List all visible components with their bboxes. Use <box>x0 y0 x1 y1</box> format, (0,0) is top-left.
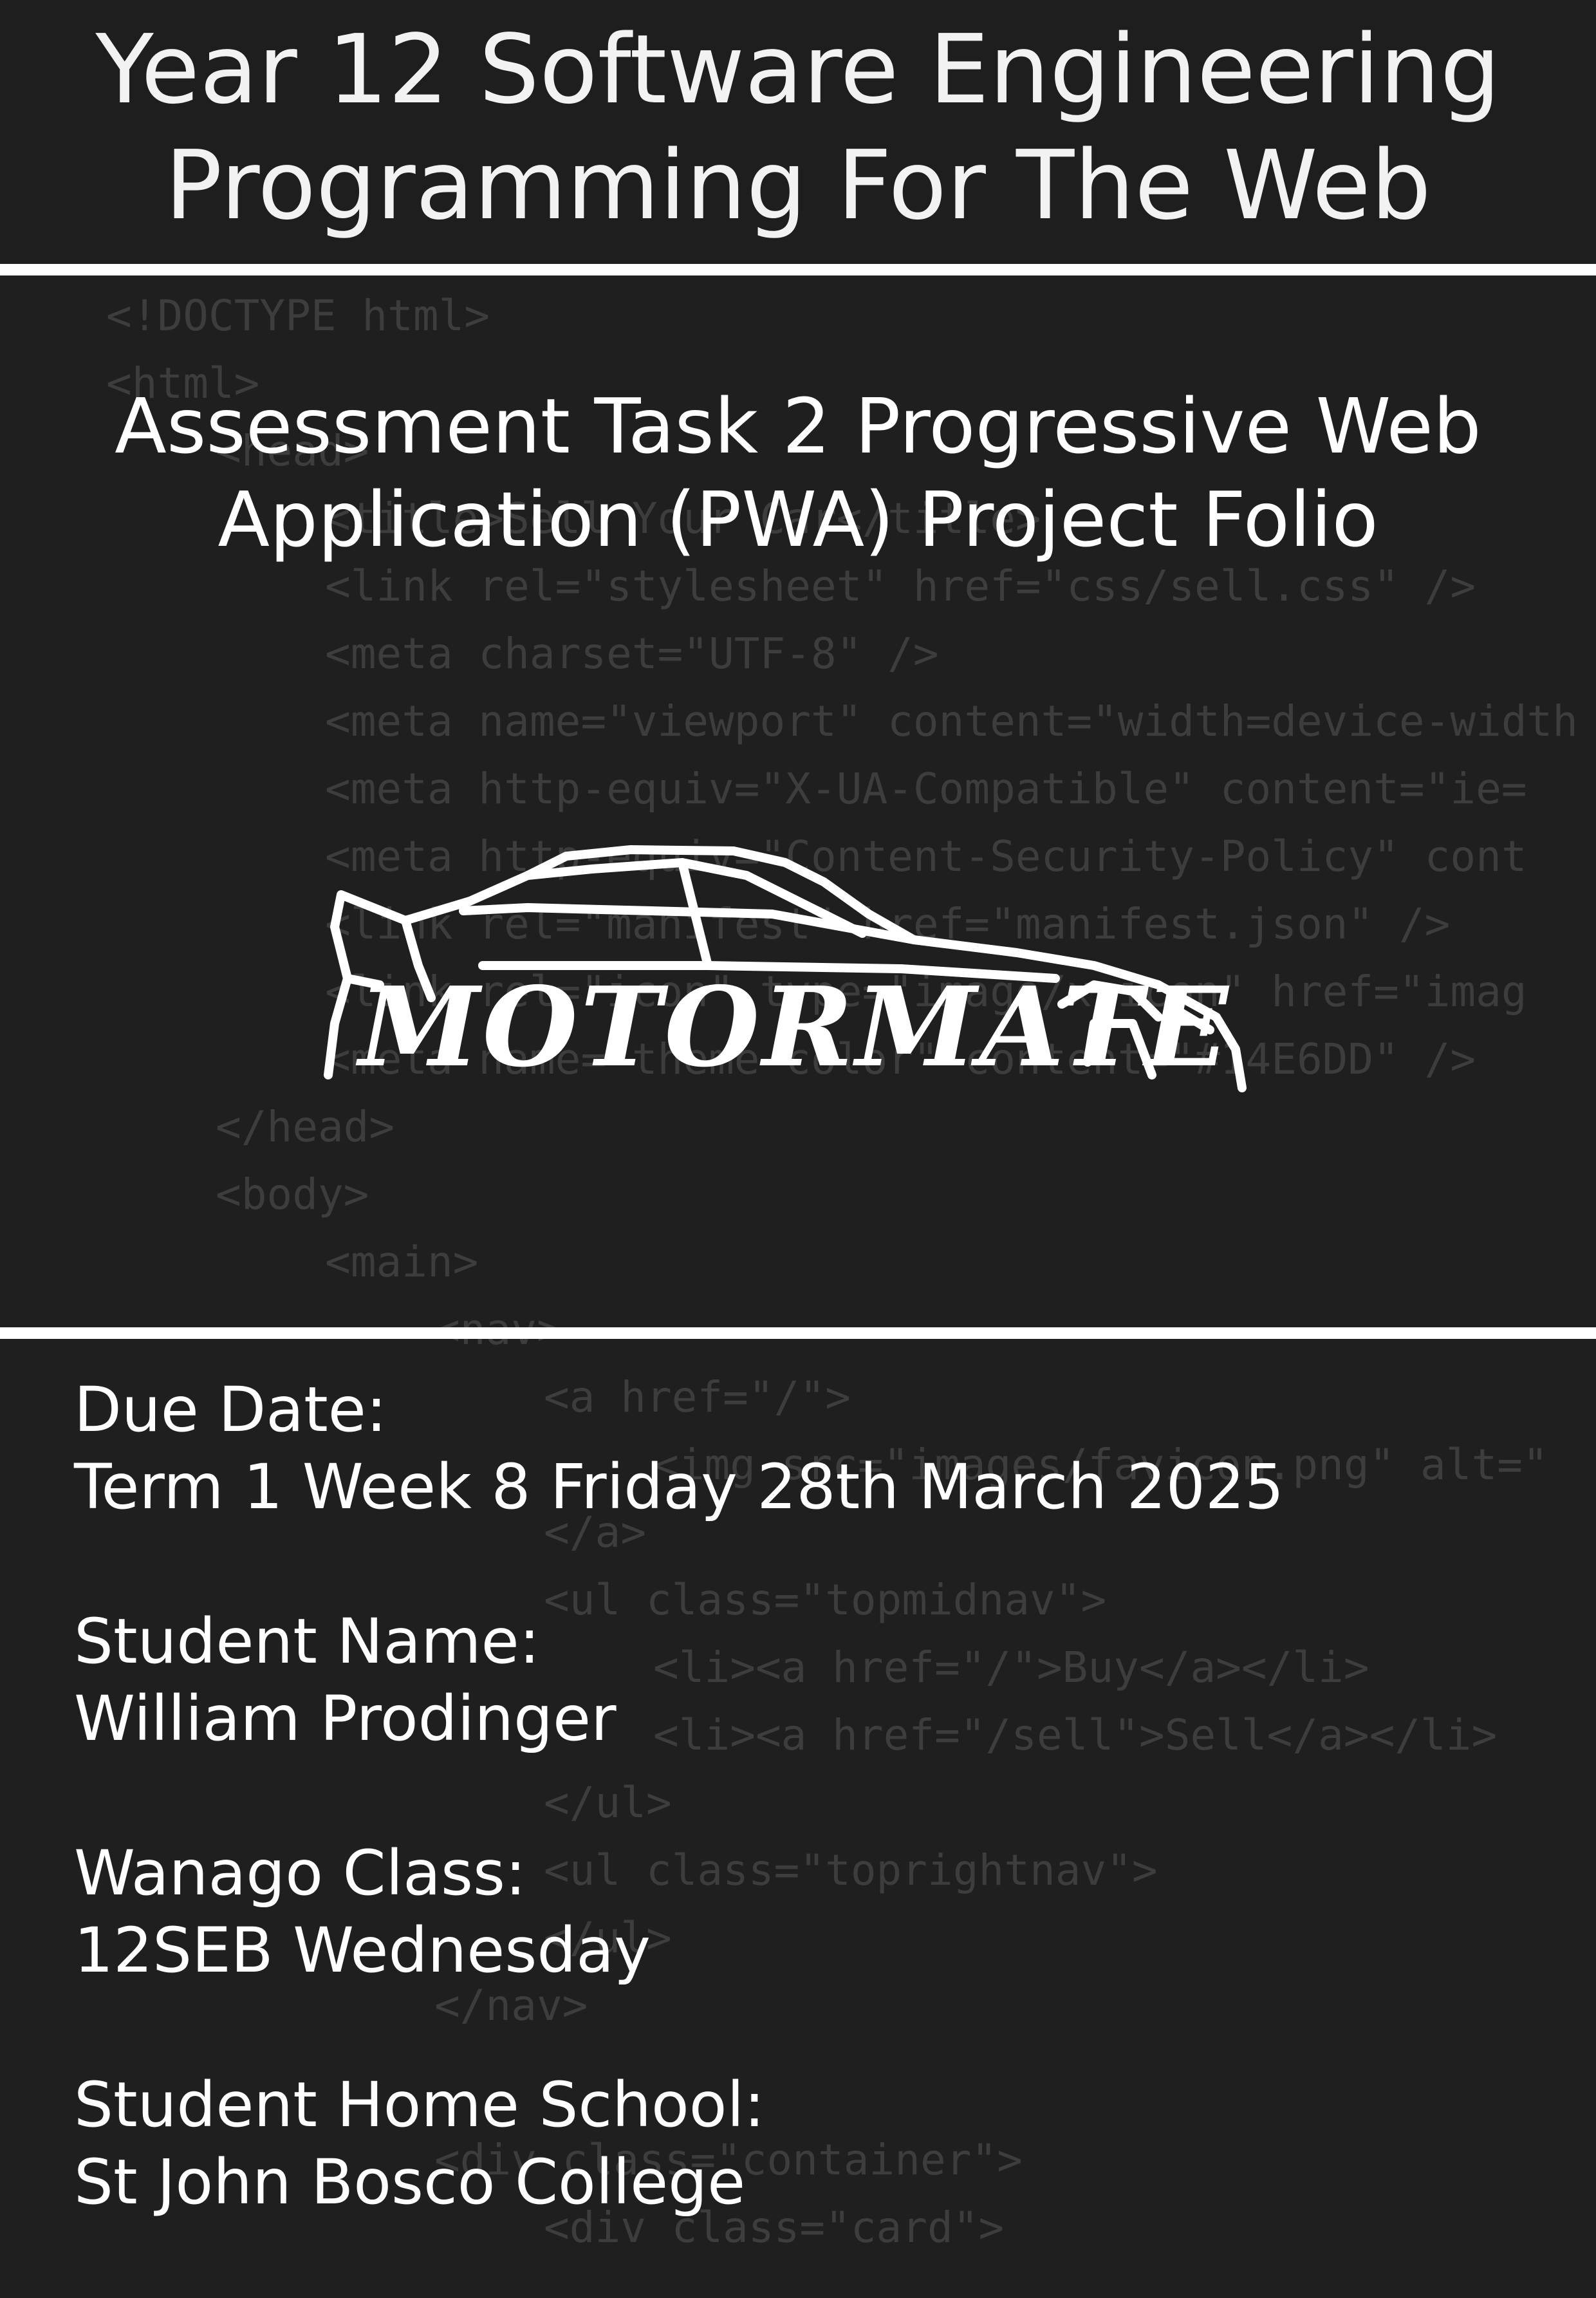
logo-text: MOTORMATE <box>356 963 1231 1092</box>
assessment-title-line2: Application (PWA) Project Folio <box>218 475 1378 564</box>
code-line: <meta charset="UTF-8" /> <box>325 629 939 678</box>
divider-top <box>0 264 1596 276</box>
class-label: Wanago Class: <box>74 1837 526 1909</box>
due-date-block: Due Date: Term 1 Week 8 Friday 28th Marc… <box>74 1371 1284 1526</box>
code-line: <meta name="viewport" content="width=dev… <box>325 696 1579 746</box>
page-header: Year 12 Software Engineering Programming… <box>0 0 1596 264</box>
assessment-title-line1: Assessment Task 2 Progressive Web <box>115 382 1481 471</box>
code-line: <body> <box>216 1170 369 1219</box>
student-info: Due Date: Term 1 Week 8 Friday 28th Marc… <box>74 1371 1284 2298</box>
divider-bottom <box>0 1327 1596 1339</box>
motormate-logo: MOTORMATE <box>324 845 1247 1092</box>
due-date-label: Due Date: <box>74 1374 387 1446</box>
code-line: <main> <box>325 1237 479 1287</box>
student-name-block: Student Name: William Prodinger <box>74 1603 1284 1757</box>
class-value: 12SEB Wednesday <box>74 1914 651 1986</box>
due-date-value: Term 1 Week 8 Friday 28th March 2025 <box>74 1451 1285 1523</box>
course-title: Year 12 Software Engineering <box>95 14 1501 125</box>
home-school-block: Student Home School: St John Bosco Colle… <box>74 2066 1284 2221</box>
topic-title: Programming For The Web <box>165 130 1431 241</box>
code-line: <!DOCTYPE html> <box>106 291 490 341</box>
student-name-label: Student Name: <box>74 1605 540 1677</box>
student-name-value: William Prodinger <box>74 1683 617 1755</box>
code-line: </head> <box>216 1102 395 1152</box>
home-school-label: Student Home School: <box>74 2069 765 2141</box>
assessment-title: Assessment Task 2 Progressive Web Applic… <box>0 380 1596 566</box>
class-block: Wanago Class: 12SEB Wednesday <box>74 1835 1284 1989</box>
home-school-value: St John Bosco College <box>74 2146 746 2218</box>
code-line: <meta http-equiv="X-UA-Compatible" conte… <box>325 764 1527 814</box>
